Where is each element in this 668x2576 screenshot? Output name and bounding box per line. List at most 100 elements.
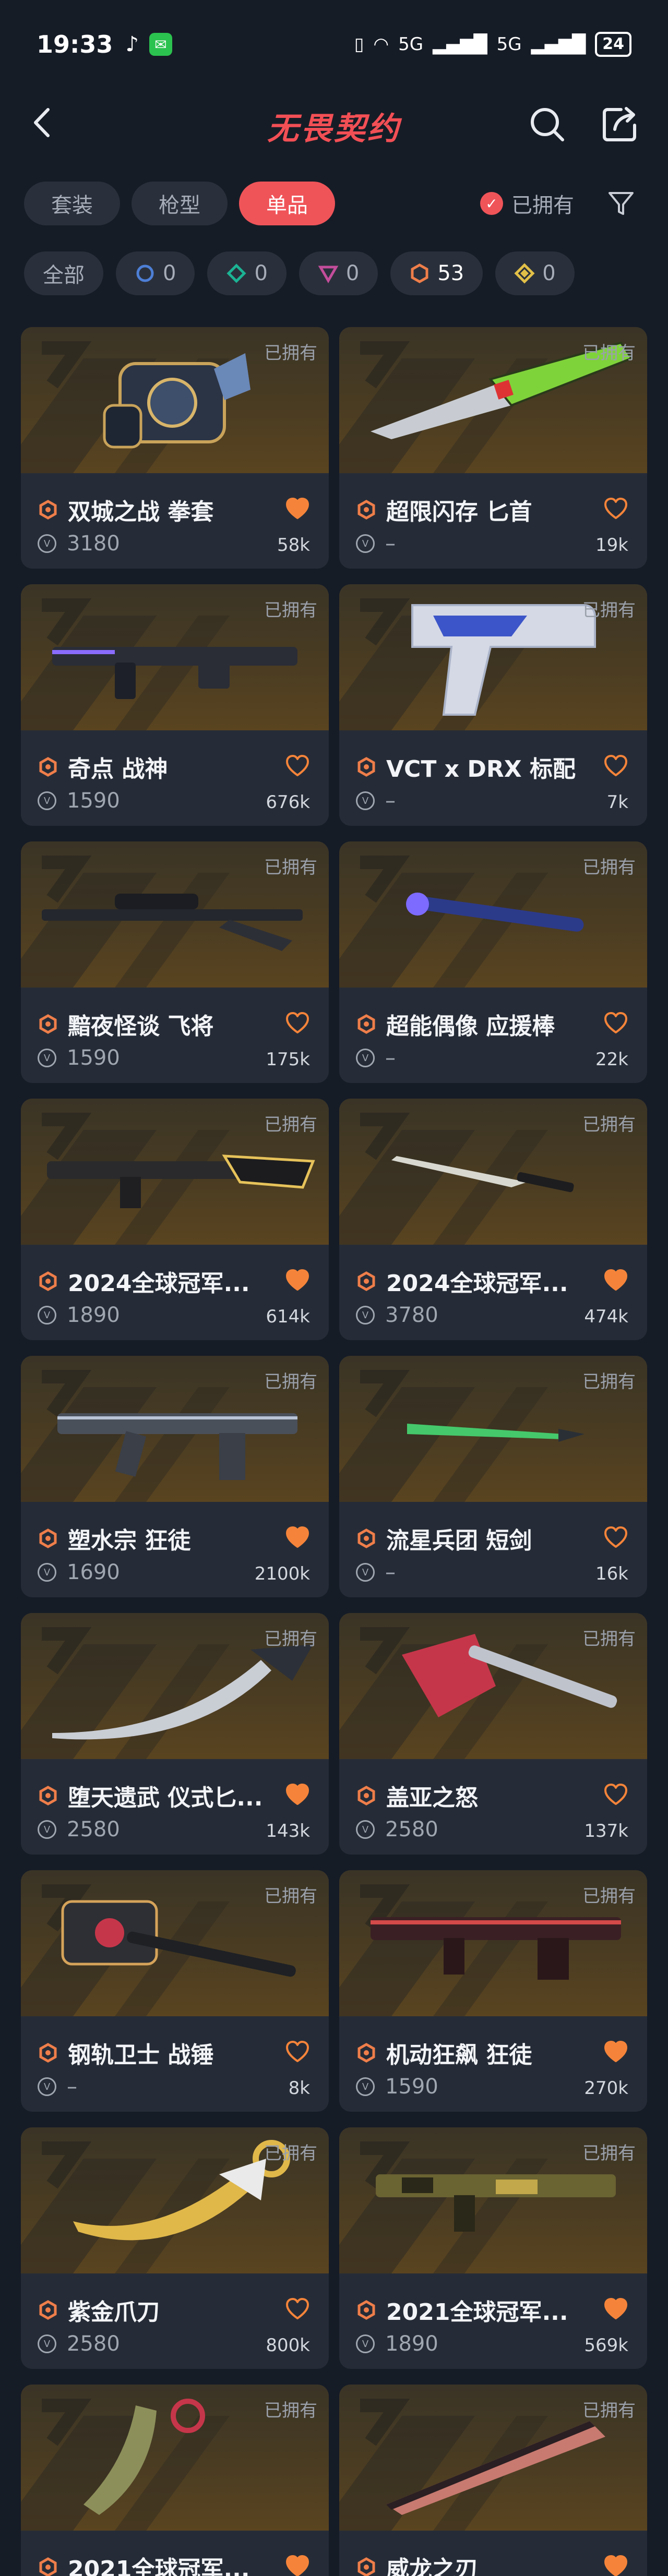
item-name: 紫金爪刀 <box>68 2299 160 2326</box>
heart-icon[interactable] <box>285 497 310 520</box>
item-likes: 569k <box>584 2335 628 2356</box>
tab-suits[interactable]: 套装 <box>24 182 120 225</box>
owned-tag: 已拥有 <box>264 2143 317 2164</box>
heart-icon[interactable] <box>603 2297 628 2320</box>
heart-icon[interactable] <box>285 1012 310 1034</box>
item-card[interactable]: 已拥有 塑水宗 狂徒 V 1690 2100k <box>21 1356 329 1597</box>
item-name-row: VCT x DRX 标配 <box>356 750 576 784</box>
item-card[interactable]: 已拥有 威龙之刃 V 3180 776k <box>339 2385 647 2576</box>
item-card[interactable]: 已拥有 2021全球冠军... V 1890 569k <box>339 2127 647 2369</box>
item-card[interactable]: 已拥有 2024全球冠军... V 1890 614k <box>21 1099 329 1340</box>
item-card[interactable]: 已拥有 紫金爪刀 V 2580 800k <box>21 2127 329 2369</box>
signal-label-1: 5G <box>398 34 424 55</box>
item-name: 双城之战 拳套 <box>68 499 214 525</box>
rarity-exclusive-icon <box>357 1786 375 1805</box>
rarity-chip-all[interactable]: 全部 <box>24 251 103 295</box>
heart-icon[interactable] <box>603 2040 628 2063</box>
status-right: ▯ ◠ 5G ▂▄▆█ 5G ▂▄▆█ 24 <box>354 32 631 57</box>
heart-icon[interactable] <box>285 2555 310 2576</box>
heart-icon[interactable] <box>285 1783 310 1806</box>
rarity-exclusive-icon <box>39 1014 57 1034</box>
rarity-chip-ultra[interactable]: 0 <box>495 251 575 295</box>
rarity-chip-count: 53 <box>437 261 464 285</box>
item-card[interactable]: 已拥有 VCT x DRX 标配 V – 7k <box>339 584 647 826</box>
item-price: 3180 <box>67 532 120 556</box>
item-image: 已拥有 <box>21 1870 329 2016</box>
owned-filter-toggle[interactable]: ✓ 已拥有 <box>480 187 574 220</box>
item-card[interactable]: 已拥有 2021全球冠军... V 3780 295k <box>21 2385 329 2576</box>
heart-icon[interactable] <box>603 497 628 520</box>
item-image: 已拥有 <box>339 1613 647 1759</box>
item-price-row: V 2580 <box>38 1817 120 1841</box>
rarity-exclusive-icon <box>357 1014 375 1034</box>
item-price-row: V – <box>356 789 396 813</box>
item-info: 机动狂飙 狂徒 V 1590 270k <box>339 2016 647 2112</box>
rarity-exclusive-icon <box>39 2300 57 2320</box>
heart-icon[interactable] <box>285 1526 310 1549</box>
vp-currency-icon: V <box>356 2334 375 2353</box>
item-card[interactable]: 已拥有 超能偶像 应援棒 V – 22k <box>339 841 647 1083</box>
heart-icon[interactable] <box>603 1783 628 1806</box>
owned-tag: 已拥有 <box>582 1371 636 1392</box>
rarity-chip-exclusive[interactable]: 53 <box>390 251 483 295</box>
heart-icon[interactable] <box>285 2040 310 2063</box>
signal-label-2: 5G <box>496 34 522 55</box>
battery-icon: 24 <box>595 32 631 57</box>
item-card[interactable]: 已拥有 流星兵团 短剑 V – 16k <box>339 1356 647 1597</box>
vp-currency-icon: V <box>356 1049 375 1067</box>
rarity-filter-row: 全部 0 0 0 53 0 <box>24 251 668 295</box>
rarity-chip-deluxe[interactable]: 0 <box>207 251 287 295</box>
item-price: 1590 <box>385 2075 438 2099</box>
owned-tag: 已拥有 <box>264 857 317 878</box>
item-info: 紫金爪刀 V 2580 800k <box>21 2273 329 2369</box>
heart-icon[interactable] <box>285 754 310 777</box>
item-name-row: 堕天遗武 仪式匕... <box>38 1779 263 1812</box>
item-card[interactable]: 已拥有 奇点 战神 V 1590 676k <box>21 584 329 826</box>
item-price: 1690 <box>67 1560 120 1584</box>
item-price-row: V 1590 <box>38 789 120 813</box>
search-icon[interactable] <box>527 104 567 144</box>
signal-icon: ▂▄▆█ <box>433 34 487 55</box>
item-card[interactable]: 已拥有 堕天遗武 仪式匕... V 2580 143k <box>21 1613 329 1855</box>
share-icon[interactable] <box>600 104 640 144</box>
item-name-row: 2024全球冠军... <box>38 1265 250 1298</box>
item-price: 1890 <box>67 1303 120 1327</box>
rarity-chip-premium[interactable]: 0 <box>299 251 378 295</box>
heart-icon[interactable] <box>603 2555 628 2576</box>
heart-icon[interactable] <box>603 754 628 777</box>
item-card[interactable]: 已拥有 超限闪存 匕首 V – 19k <box>339 327 647 569</box>
item-name: 2024全球冠军... <box>386 1270 568 1297</box>
item-card[interactable]: 已拥有 2024全球冠军... V 3780 474k <box>339 1099 647 1340</box>
owned-tag: 已拥有 <box>264 1886 317 1907</box>
heart-icon[interactable] <box>285 2297 310 2320</box>
tab-gun-types[interactable]: 枪型 <box>132 182 228 225</box>
item-image: 已拥有 <box>21 2385 329 2531</box>
rarity-exclusive-icon <box>357 1271 375 1291</box>
rarity-exclusive-icon <box>357 2300 375 2320</box>
filter-icon[interactable] <box>605 188 637 219</box>
item-name-row: 奇点 战神 <box>38 750 168 784</box>
rarity-chip-select[interactable]: 0 <box>116 251 195 295</box>
tab-items[interactable]: 单品 <box>239 182 335 225</box>
item-image: 已拥有 <box>21 2127 329 2273</box>
item-info: 2024全球冠军... V 3780 474k <box>339 1245 647 1340</box>
heart-icon[interactable] <box>285 1269 310 1292</box>
vp-currency-icon: V <box>38 791 56 810</box>
heart-icon[interactable] <box>603 1526 628 1549</box>
item-card[interactable]: 已拥有 双城之战 拳套 V 3180 58k <box>21 327 329 569</box>
item-card[interactable]: 已拥有 盖亚之怒 V 2580 137k <box>339 1613 647 1855</box>
rarity-exclusive-icon <box>357 2557 375 2576</box>
brand-logo: 无畏契约 <box>267 111 401 147</box>
heart-icon[interactable] <box>603 1012 628 1034</box>
item-card[interactable]: 已拥有 黯夜怪谈 飞将 V 1590 175k <box>21 841 329 1083</box>
item-card[interactable]: 已拥有 钢轨卫士 战锤 V – 8k <box>21 1870 329 2112</box>
item-price-row: V – <box>38 2075 77 2099</box>
rarity-exclusive-icon <box>39 2557 57 2576</box>
item-price-row: V 1690 <box>38 1560 120 1584</box>
item-likes: 8k <box>288 2078 310 2099</box>
heart-icon[interactable] <box>603 1269 628 1292</box>
owned-tag: 已拥有 <box>264 1114 317 1135</box>
owned-tag: 已拥有 <box>582 600 636 621</box>
item-card[interactable]: 已拥有 机动狂飙 狂徒 V 1590 270k <box>339 1870 647 2112</box>
wechat-icon: ✉ <box>149 33 172 56</box>
